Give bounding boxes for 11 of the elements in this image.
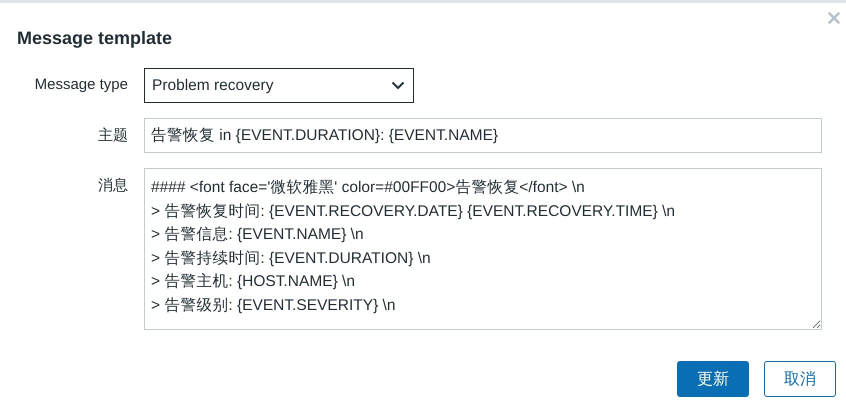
message-type-select[interactable]: Problem recovery	[144, 68, 414, 103]
close-icon[interactable]	[828, 12, 840, 24]
update-button[interactable]: 更新	[677, 361, 749, 397]
dialog-title: Message template	[17, 27, 172, 49]
cancel-button[interactable]: 取消	[764, 361, 836, 397]
subject-input[interactable]: 告警恢复 in {EVENT.DURATION}: {EVENT.NAME}	[144, 118, 822, 153]
message-textarea[interactable]: #### <font face='微软雅黑' color=#00FF00>告警恢复</font> \n > 告警恢复时间: {EVENT.RECOVERY.DATE} {EVENT.RECOVERY.TIME} \n > 告警信息: {EVENT.NAME} \n > 告警持续时间: {EVENT.DURATION} \n > 告警主机: {HOST.NAME} \n > 告警级别: {EVENT.SEVERITY} \n	[144, 168, 822, 330]
field-label: 主题	[97, 126, 128, 146]
field-label: Message type	[34, 75, 128, 95]
chevron-down-icon	[391, 81, 405, 90]
field-label: 消息	[97, 176, 128, 196]
